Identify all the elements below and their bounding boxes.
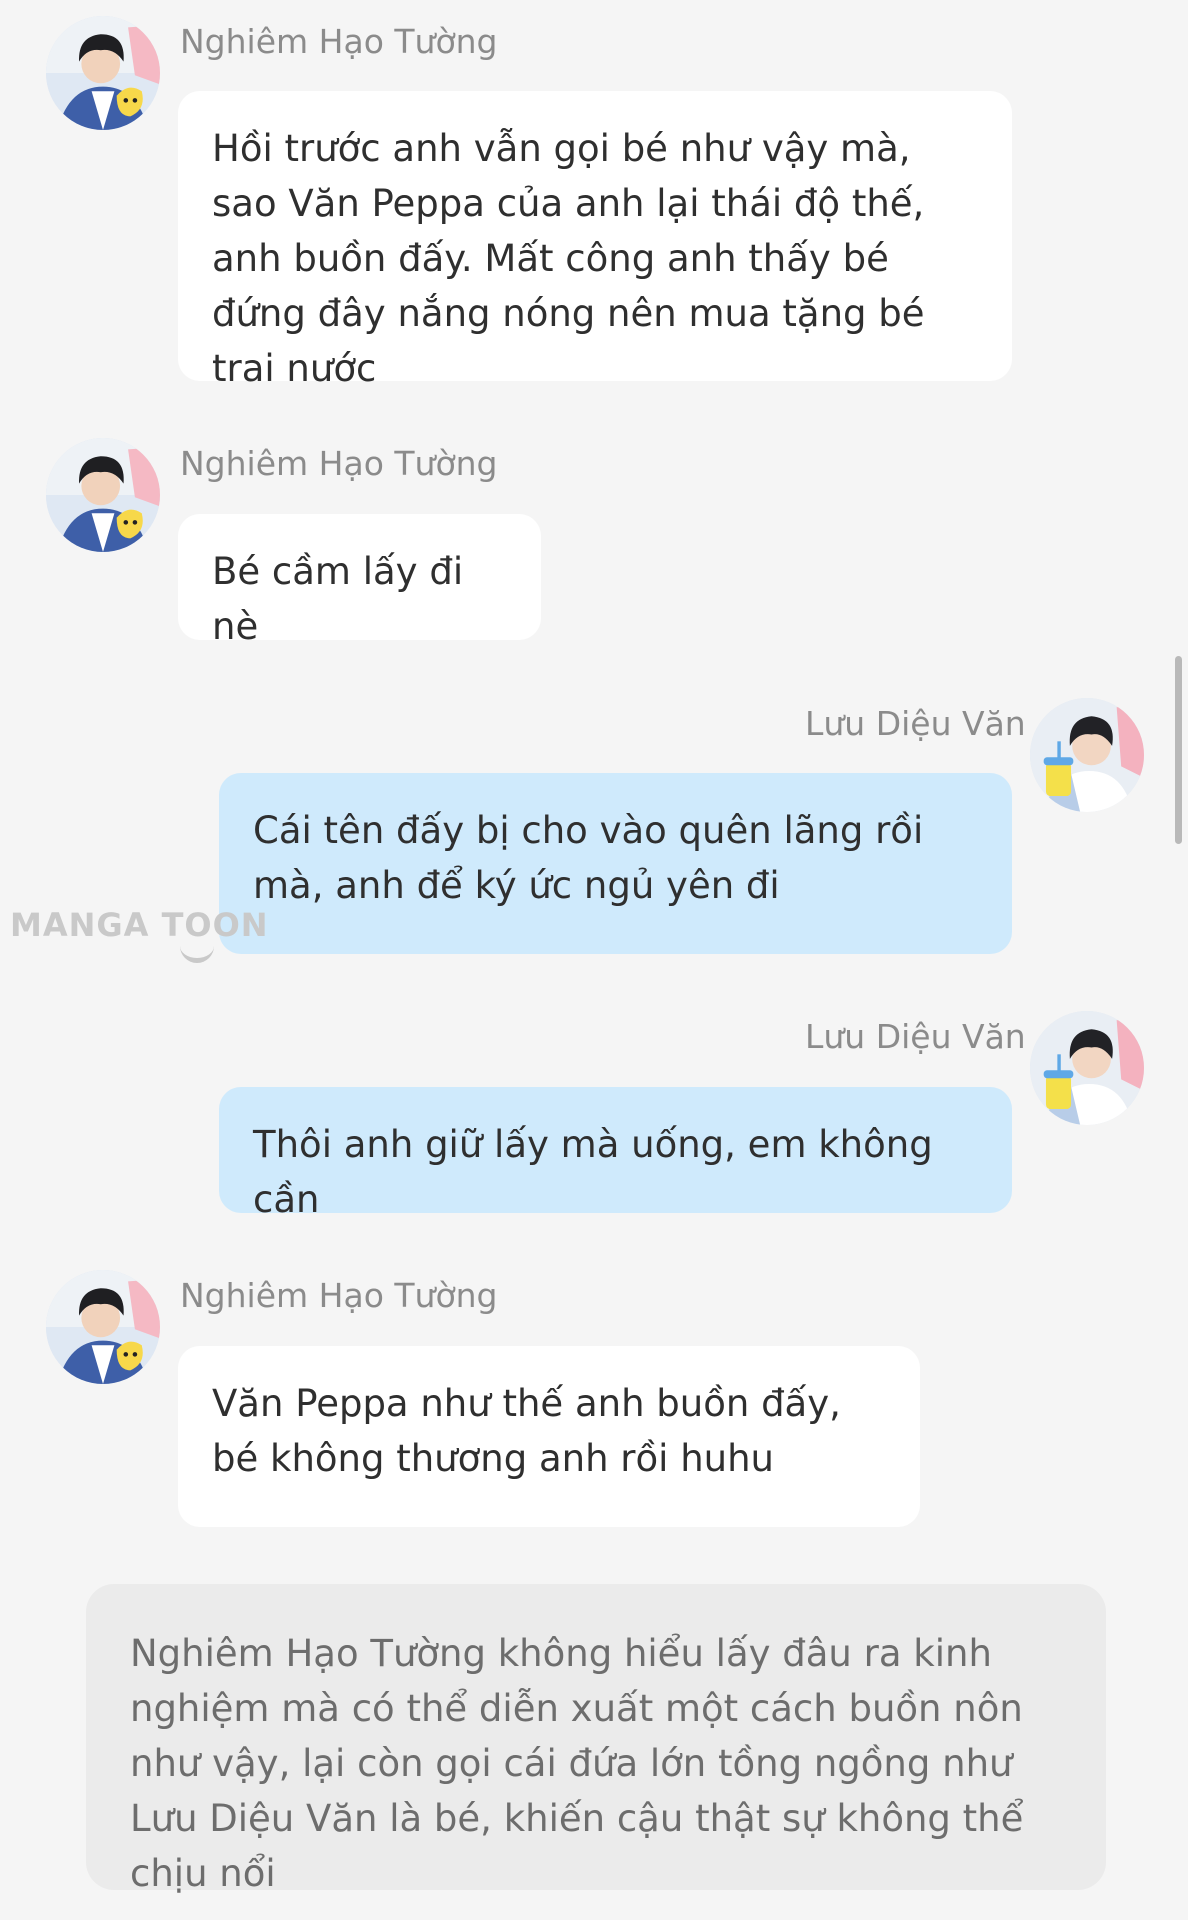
watermark-smile-icon xyxy=(180,944,214,963)
message-bubble[interactable]: Bé cầm lấy đi nè xyxy=(178,514,541,648)
message-bubble[interactable]: Thôi anh giữ lấy mà uống, em không cần xyxy=(219,1087,1012,1221)
avatar-right-icon[interactable] xyxy=(1030,1011,1144,1125)
scrollbar-thumb[interactable] xyxy=(1175,656,1182,844)
message-bubble[interactable]: Cái tên đấy bị cho vào quên lãng rồi mà,… xyxy=(219,773,1012,954)
message-bubble[interactable]: Văn Peppa như thế anh buồn đấy, bé không… xyxy=(178,1346,920,1527)
sender-name: Lưu Diệu Văn xyxy=(805,704,1026,743)
sender-name: Nghiêm Hạo Tường xyxy=(180,444,498,483)
avatar-left-icon[interactable] xyxy=(46,16,160,130)
narration-box: Nghiêm Hạo Tường không hiểu lấy đâu ra k… xyxy=(86,1584,1106,1895)
sender-name: Lưu Diệu Văn xyxy=(805,1017,1026,1056)
message-bubble[interactable]: Hồi trước anh vẫn gọi bé như vậy mà, sao… xyxy=(178,91,1012,390)
avatar-left-icon[interactable] xyxy=(46,1270,160,1384)
sender-name: Nghiêm Hạo Tường xyxy=(180,1276,498,1315)
avatar-left-icon[interactable] xyxy=(46,438,160,552)
avatar-right-icon[interactable] xyxy=(1030,698,1144,812)
watermark-logo: MANGA TOON xyxy=(10,906,269,944)
sender-name: Nghiêm Hạo Tường xyxy=(180,22,498,61)
